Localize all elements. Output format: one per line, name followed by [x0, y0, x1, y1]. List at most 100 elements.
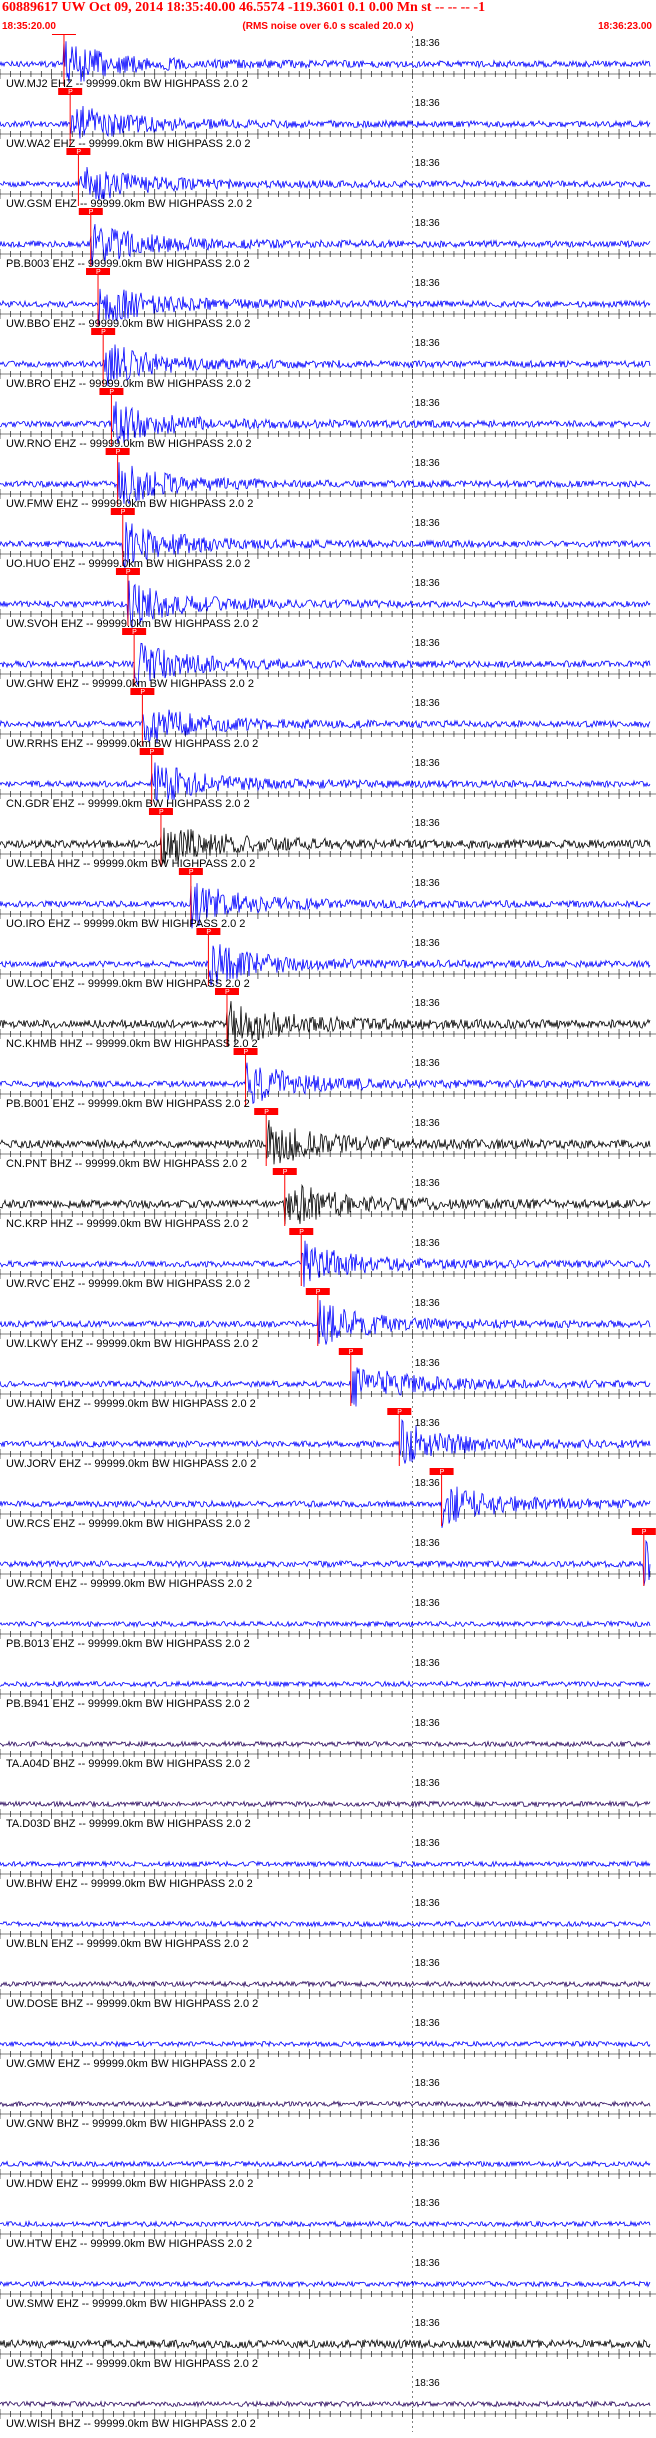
- station-label: UW.RRHS EHZ -- 99999.0km BW HIGHPASS 2.0…: [6, 738, 258, 750]
- waveform: [0, 2280, 651, 2288]
- trace-row: 18:36 UW.GMW EHZ -- 99999.0km BW HIGHPASS…: [0, 2016, 656, 2072]
- station-label: UW.LOC EHZ -- 99999.0km BW HIGHPASS 2.0 …: [6, 978, 250, 990]
- station-label: UW.HDW EHZ -- 99999.0km BW HIGHPASS 2.0 …: [6, 2178, 253, 2190]
- waveform: [0, 40, 651, 83]
- waveform: [0, 2219, 651, 2228]
- station-label: UW.GNW BHZ -- 99999.0km BW HIGHPASS 2.0 …: [6, 2118, 254, 2130]
- trace-row: 18:36 P UW.GSM EHZ -- 99999.0km BW HIGHPAS…: [0, 148, 656, 212]
- event-title: 60889617 UW Oct 09, 2014 18:35:40.00 46.…: [2, 0, 486, 15]
- pick-label: P: [159, 809, 164, 816]
- station-label: CN.GDR EHZ -- 99999.0km BW HIGHPASS 2.0 …: [6, 798, 250, 810]
- station-label: UW.RCM EHZ -- 99999.0km BW HIGHPASS 2.0 …: [6, 1578, 252, 1590]
- trace-row: 18:36PUW.SVOH EHZ -- 99999.0km BW HIGHPA…: [0, 568, 656, 632]
- minute-label: 18:36: [415, 338, 440, 349]
- trace-row: 18:36 P UW.LEBA HHZ -- 99999.0km BW HIGHPA…: [0, 808, 656, 872]
- trace-row: 18:36 TA.D03D BHZ -- 99999.0km BW HIGHPAS…: [0, 1776, 656, 1832]
- pick-label: P: [642, 1529, 647, 1536]
- pick-label: P: [299, 1229, 304, 1236]
- trace-row: 18:36PUW.FMW EHZ -- 99999.0km BW HIGHPAS…: [0, 448, 656, 512]
- minute-label: 18:36: [415, 1418, 440, 1429]
- pick-label: P: [189, 869, 194, 876]
- pick-label: P: [101, 329, 106, 336]
- waveform: [0, 1620, 651, 1628]
- pick-label: P: [126, 569, 131, 576]
- pick-label: P: [116, 449, 121, 456]
- station-label: UW.HTW EHZ -- 99999.0km BW HIGHPASS 2.0 …: [6, 2238, 252, 2250]
- pick-label: P: [440, 1469, 445, 1476]
- waveform: [0, 401, 651, 444]
- station-label: UW.GSM EHZ -- 99999.0km BW HIGHPASS 2.0 …: [6, 198, 252, 210]
- minute-label: 18:36: [415, 2018, 440, 2029]
- minute-label: 18:36: [415, 398, 440, 409]
- waveform: [0, 166, 651, 201]
- minute-label: 18:36: [415, 158, 440, 169]
- waveform: [0, 2040, 651, 2048]
- pick-label: P: [68, 89, 73, 96]
- trace-row: 18:36PUO.IRO EHZ -- 99999.0km BW HIGHPAS…: [0, 868, 656, 932]
- trace-row: 18:36 P UW.RVC EHZ -- 99999.0km BW HIGHPAS…: [0, 1228, 656, 1292]
- minute-label: 18:36: [415, 2258, 440, 2269]
- minute-label: 18:36: [415, 458, 440, 469]
- waveform: [0, 2400, 651, 2408]
- station-label: UW.STOR HHZ -- 99999.0km BW HIGHPASS 2.0…: [6, 2358, 258, 2370]
- pick-label: P: [316, 1289, 321, 1296]
- trace-row: 18:36 PB.B013 EHZ -- 99999.0km BW HIGHPAS…: [0, 1596, 656, 1652]
- trace-row: 18:36 P UW.GHW EHZ -- 99999.0km BW HIGHPAS…: [0, 628, 656, 692]
- pick-label: P: [121, 509, 126, 516]
- trace-row: 18:36 P UW.LOC EHZ -- 99999.0km BW HIGHPAS…: [0, 928, 656, 992]
- pick-label: P: [225, 989, 230, 996]
- trace-row: 18:36 P UW.HAIW EHZ -- 99999.0km BW HIGHPA…: [0, 1348, 656, 1412]
- minute-label: 18:36: [415, 1298, 440, 1309]
- minute-label: 18:36: [415, 1358, 440, 1369]
- station-label: UW.LEBA HHZ -- 99999.0km BW HIGHPASS 2.0…: [6, 858, 255, 870]
- trace-row: 18:36 PB.B941 EHZ -- 99999.0km BW HIGHPAS…: [0, 1656, 656, 1712]
- pick-label: P: [206, 929, 211, 936]
- minute-label: 18:36: [415, 1538, 440, 1549]
- trace-row: 18:36 TA.A04D BHZ -- 99999.0km BW HIGHPAS…: [0, 1716, 656, 1772]
- minute-label: 18:36: [415, 2318, 440, 2329]
- pick-label: P: [76, 149, 81, 156]
- minute-label: 18:36: [415, 758, 440, 769]
- trace-row: 18:36P UW.RCS EHZ -- 99999.0km BW HIGHPAS…: [0, 1468, 656, 1532]
- minute-label: 18:36: [415, 1718, 440, 1729]
- minute-label: 18:36: [415, 1958, 440, 1969]
- trace-row: 18:36PUW.RNO EHZ -- 99999.0km BW HIGHPAS…: [0, 388, 656, 452]
- minute-label: 18:36: [415, 1118, 440, 1129]
- trace-row: 18:36 UW.WISH BHZ -- 99999.0km BW HIGHPAS…: [0, 2376, 656, 2432]
- station-label: UW.HAIW EHZ -- 99999.0km BW HIGHPASS 2.0…: [6, 1398, 256, 1410]
- trace-row: 18:36 P NC.KRP HHZ -- 99999.0km BW HIGHPAS…: [0, 1168, 656, 1232]
- pick-label: P: [349, 1349, 354, 1356]
- pick-label: P: [109, 389, 114, 396]
- trace-row: 18:36 UW.DOSE BHZ -- 99999.0km BW HIGHPAS…: [0, 1956, 656, 2012]
- trace-row: 18:36 P UW.JORV EHZ -- 99999.0km BW HIGHPA…: [0, 1408, 656, 1472]
- minute-label: 18:36: [415, 518, 440, 529]
- pick-label: P: [62, 34, 67, 36]
- station-label: NC.KHMB HHZ -- 99999.0km BW HIGHPASS 2.0…: [6, 1038, 258, 1050]
- trace-row: 18:36 P CN.GDR EHZ -- 99999.0km BW HIGHPAS…: [0, 748, 656, 812]
- minute-label: 18:36: [415, 638, 440, 649]
- trace-row: 18:36 UW.HDW EHZ -- 99999.0km BW HIGHPASS…: [0, 2136, 656, 2192]
- trace-row: 18:36 P UW.BBO EHZ -- 99999.0km BW HIGHPAS…: [0, 268, 656, 332]
- station-label: UW.JORV EHZ -- 99999.0km BW HIGHPASS 2.0…: [6, 1458, 256, 1470]
- pick-label: P: [132, 629, 137, 636]
- trace-row: 18:36 P UW.RCM EHZ -- 99999.0km BW HIGHPAS…: [0, 1528, 656, 1592]
- trace-row: 18:36 UW.STOR HHZ -- 99999.0km BW HIGHPAS…: [0, 2316, 656, 2372]
- station-label: UW.BBO EHZ -- 99999.0km BW HIGHPASS 2.0 …: [6, 318, 250, 330]
- minute-label: 18:36: [415, 278, 440, 289]
- minute-label: 18:36: [415, 1838, 440, 1849]
- trace-row: 18:36 P UW.BRO EHZ -- 99999.0km BW HIGHPAS…: [0, 328, 656, 392]
- record-header: 60889617 UW Oct 09, 2014 18:35:40.00 46.…: [0, 0, 656, 34]
- pick-label: P: [244, 1049, 249, 1056]
- trace-row: 18:36 P UW.RRHS EHZ -- 99999.0km BW HIGHPA…: [0, 688, 656, 752]
- station-label: PB.B013 EHZ -- 99999.0km BW HIGHPASS 2.0…: [6, 1638, 250, 1650]
- trace-row: 18:36 P PB.B001 EHZ -- 99999.0km BW HIGHPA…: [0, 1048, 656, 1112]
- minute-label: 18:36: [415, 1778, 440, 1789]
- minute-label: 18:36: [415, 1058, 440, 1069]
- station-label: UW.SMW EHZ -- 99999.0km BW HIGHPASS 2.0 …: [6, 2298, 254, 2310]
- station-label: UW.LKWY EHZ -- 99999.0km BW HIGHPASS 2.0…: [6, 1338, 258, 1350]
- minute-label: 18:36: [415, 2138, 440, 2149]
- station-label: UW.BRO EHZ -- 99999.0km BW HIGHPASS 2.0 …: [6, 378, 251, 390]
- station-label: UW.RCS EHZ -- 99999.0km BW HIGHPASS 2.0 …: [6, 1518, 250, 1530]
- seismogram-panel: 18:36PUW.MJ2 EHZ -- 99999.0km BW HIGHPAS…: [0, 34, 656, 2432]
- trace-row: 18:36 P CN.PNT BHZ -- 99999.0km BW HIGHPAS…: [0, 1108, 656, 1172]
